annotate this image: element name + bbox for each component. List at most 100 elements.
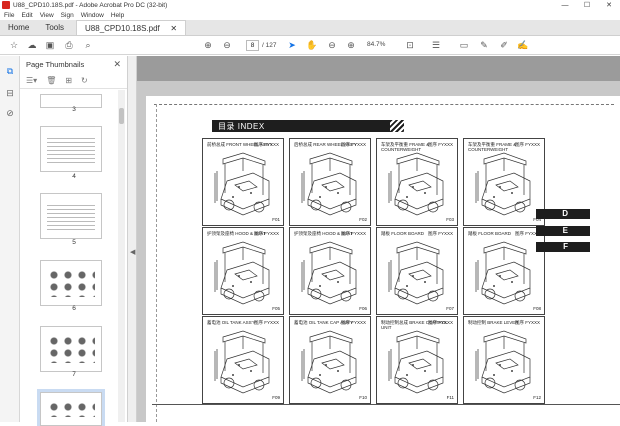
page-thumbnails-icon[interactable]: ⧉ [5, 66, 15, 76]
draw-icon[interactable]: ✐ [498, 39, 510, 52]
close-window-button[interactable]: ✕ [598, 0, 620, 10]
cell-caption: 踏板 FLOOR BOARD [381, 231, 425, 236]
forklift-diagram [475, 241, 531, 305]
options-icon[interactable]: ☰▾ [26, 76, 37, 85]
forklift-diagram [214, 152, 270, 216]
menu-edit[interactable]: Edit [21, 12, 32, 19]
cell-page-number: F09 [272, 395, 280, 400]
index-cell: 前桥总成 FRONT WHEEL ASS'Y 图序 FYXXX F01 [202, 138, 284, 226]
hand-tool-icon[interactable]: ✋ [306, 39, 318, 52]
tab-tools[interactable]: Tools [37, 20, 72, 35]
index-cell: 蓄电池 OIL TANK CAP ASS'Y 图序 FYXXX F10 [289, 316, 371, 404]
section-tab-e: E [536, 226, 590, 236]
print-icon[interactable]: ⎙ [63, 39, 75, 52]
thumbnail-page-7[interactable] [40, 326, 102, 372]
thumbnail-label: 7 [72, 371, 76, 378]
cell-ref: 图序 FYXXX [427, 142, 453, 147]
title-bar: U88_CPD10.18S.pdf - Adobe Acrobat Pro DC… [0, 0, 620, 10]
close-tab-icon[interactable]: ✕ [170, 24, 177, 33]
cell-page-number: F06 [359, 306, 367, 311]
forklift-diagram [214, 241, 270, 305]
maximize-button[interactable]: ☐ [576, 0, 598, 10]
zoom-out-icon[interactable]: ⊖ [326, 39, 338, 52]
thumbnail-page-5[interactable] [40, 193, 102, 239]
previous-page-icon[interactable]: ⊕ [202, 39, 214, 52]
thumbnail-page-4[interactable] [40, 126, 102, 172]
window-title: U88_CPD10.18S.pdf - Adobe Acrobat Pro DC… [13, 1, 168, 9]
forklift-diagram [301, 241, 357, 305]
fill-sign-icon[interactable]: ✍ [517, 39, 529, 52]
collapse-arrow-icon[interactable]: ◀ [130, 248, 135, 256]
menu-file[interactable]: File [4, 12, 14, 19]
cell-ref: 图序 FYXXX [340, 231, 366, 236]
navigation-rail: ⧉ ⊟ ⊘ [0, 56, 20, 422]
index-cell: 车架及平衡重 FRAME & COUNTERWEIGHT 图序 FYXXX F04 [463, 138, 545, 226]
minimize-button[interactable]: — [554, 0, 576, 10]
page-count: / 127 [262, 42, 277, 49]
cell-page-number: F10 [359, 395, 367, 400]
fit-page-icon[interactable]: ⊡ [404, 39, 416, 52]
star-icon[interactable]: ☆ [8, 39, 20, 52]
thumbnail-label: 6 [72, 305, 76, 312]
index-cell: 踏板 FLOOR BOARD 图序 FYXXX F07 [376, 227, 458, 315]
index-cell: 制动控制 BRAKE LEVER 图序 FYXXX F12 [463, 316, 545, 404]
cell-caption: 踏板 FLOOR BOARD [468, 231, 512, 236]
comment-icon[interactable]: ▭ [458, 39, 470, 52]
section-letter: E [562, 226, 568, 235]
zoom-level[interactable]: 84.7% [367, 41, 385, 48]
section-tab-d: D [536, 209, 590, 219]
acrobat-icon [2, 1, 10, 9]
index-cell: 后桥总成 REAR WHEEL ASS'Y 图序 FYXXX F02 [289, 138, 371, 226]
panel-splitter[interactable]: ◀ [128, 56, 137, 422]
toolbar: ☆ ☁ ▣ ⎙ ⌕ ⊕ ⊖ 8 / 127 ➤ ✋ ⊖ ⊕ 84.7% ⊡ ☰ … [0, 36, 620, 55]
index-cell: 制动控制总成 BRAKE CONTROL UNIT 图序 FYXXX F11 [376, 316, 458, 404]
close-panel-icon[interactable]: ✕ [113, 59, 121, 70]
rotate-page-icon[interactable]: ↻ [81, 76, 88, 85]
cell-page-number: F12 [533, 395, 541, 400]
attachments-icon[interactable]: ⊘ [5, 108, 15, 118]
cell-page-number: F11 [446, 395, 454, 400]
cloud-icon[interactable]: ☁ [26, 39, 38, 52]
cell-ref: 图序 FYXXX [253, 142, 279, 147]
scroll-mode-icon[interactable]: ☰ [430, 39, 442, 52]
menu-bar: File Edit View Sign Window Help [0, 10, 620, 20]
insert-page-icon[interactable]: ⊞ [65, 76, 72, 85]
forklift-diagram [301, 330, 357, 394]
search-icon[interactable]: ⌕ [82, 39, 94, 52]
thumbnail-scrollbar[interactable] [118, 90, 125, 422]
menu-window[interactable]: Window [81, 12, 104, 19]
delete-page-icon[interactable]: 🗑 [46, 76, 56, 85]
cell-page-number: F08 [533, 306, 541, 311]
forklift-diagram [475, 330, 531, 394]
highlight-icon[interactable]: ✎ [478, 39, 490, 52]
previous-page-edge [137, 56, 620, 81]
thumbnail-page-8[interactable] [37, 389, 105, 426]
cell-ref: 图序 FYXXX [427, 231, 453, 236]
next-page-icon[interactable]: ⊖ [221, 39, 233, 52]
index-cell: 蓄电池 OIL TANK ASS'Y 图序 FYXXX F09 [202, 316, 284, 404]
cell-ref: 图序 FYXXX [253, 320, 279, 325]
bookmarks-icon[interactable]: ⊟ [5, 88, 15, 98]
tab-home[interactable]: Home [0, 20, 37, 35]
page-number-input[interactable]: 8 [246, 40, 259, 51]
menu-help[interactable]: Help [111, 12, 124, 19]
cell-caption: 制动控制 BRAKE LEVER [468, 320, 519, 325]
tab-document[interactable]: U88_CPD10.18S.pdf ✕ [76, 20, 187, 35]
save-icon[interactable]: ▣ [44, 39, 56, 52]
thumbnail-page-6[interactable] [40, 260, 102, 306]
menu-sign[interactable]: Sign [61, 12, 74, 19]
pdf-page: 目录 INDEX 前桥总成 FRONT WHEEL ASS'Y 图序 FYXXX F… [146, 96, 620, 422]
forklift-diagram [301, 152, 357, 216]
cell-ref: 图序 FYXXX [427, 320, 453, 325]
cell-ref: 图序 FYXXX [340, 142, 366, 147]
thumbnail-label: 5 [72, 239, 76, 246]
forklift-diagram [214, 330, 270, 394]
zoom-in-icon[interactable]: ⊕ [345, 39, 357, 52]
menu-view[interactable]: View [40, 12, 54, 19]
document-view[interactable]: 目录 INDEX 前桥总成 FRONT WHEEL ASS'Y 图序 FYXXX F… [137, 56, 620, 422]
cell-ref: 图序 FYXXX [340, 320, 366, 325]
select-tool-icon[interactable]: ➤ [287, 39, 297, 52]
cell-ref: 图序 FYXXX [253, 231, 279, 236]
cell-ref: 图序 FYXXX [514, 320, 540, 325]
index-cell: 车架及平衡重 FRAME & COUNTERWEIGHT 图序 FYXXX F03 [376, 138, 458, 226]
